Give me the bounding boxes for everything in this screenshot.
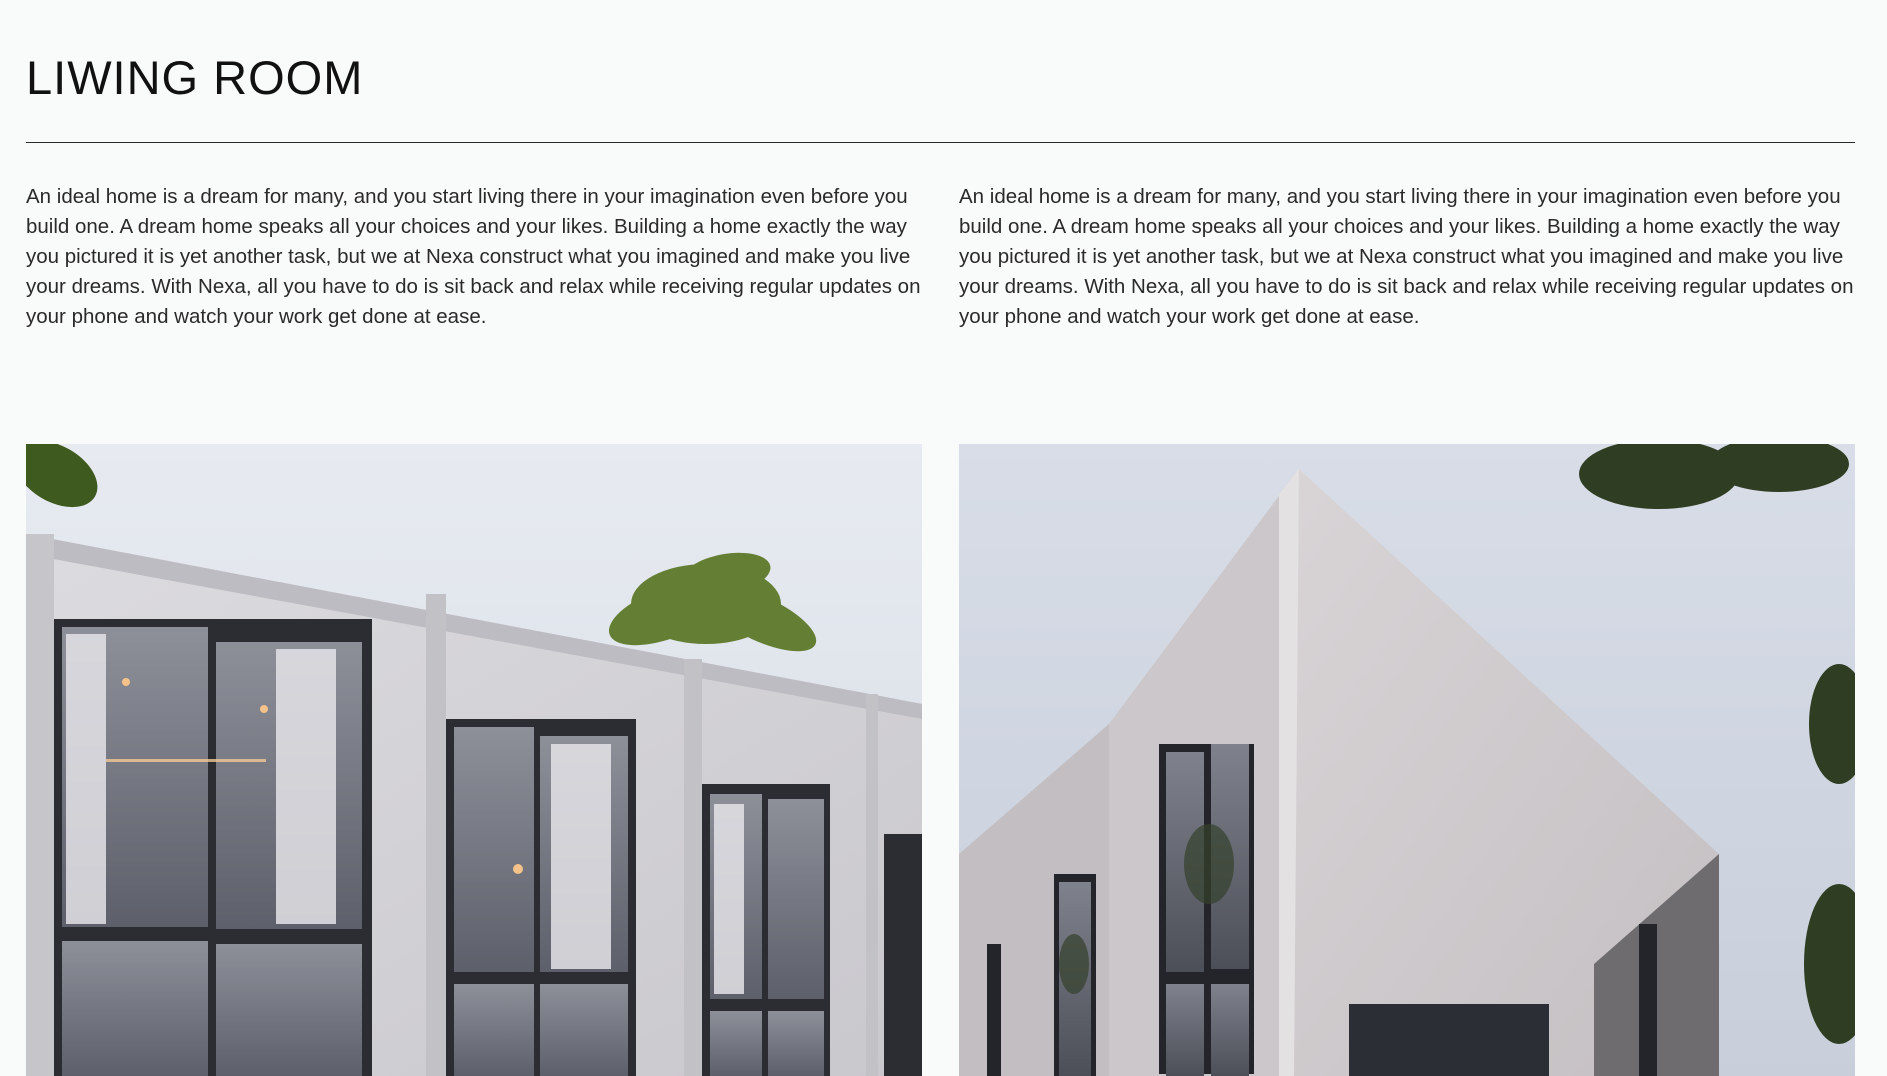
description-right: An ideal home is a dream for many, and y…	[959, 185, 1854, 328]
house-corner-illustration	[959, 444, 1855, 1076]
page-title: LIWING ROOM	[26, 51, 364, 104]
house-facade-photo	[26, 444, 922, 1076]
title-divider	[26, 142, 1855, 143]
page: LIWING ROOM An ideal home is a dream for…	[0, 0, 1887, 1076]
description-left: An ideal home is a dream for many, and y…	[26, 185, 921, 328]
house-facade-illustration	[26, 444, 922, 1076]
house-corner-photo	[959, 444, 1855, 1076]
